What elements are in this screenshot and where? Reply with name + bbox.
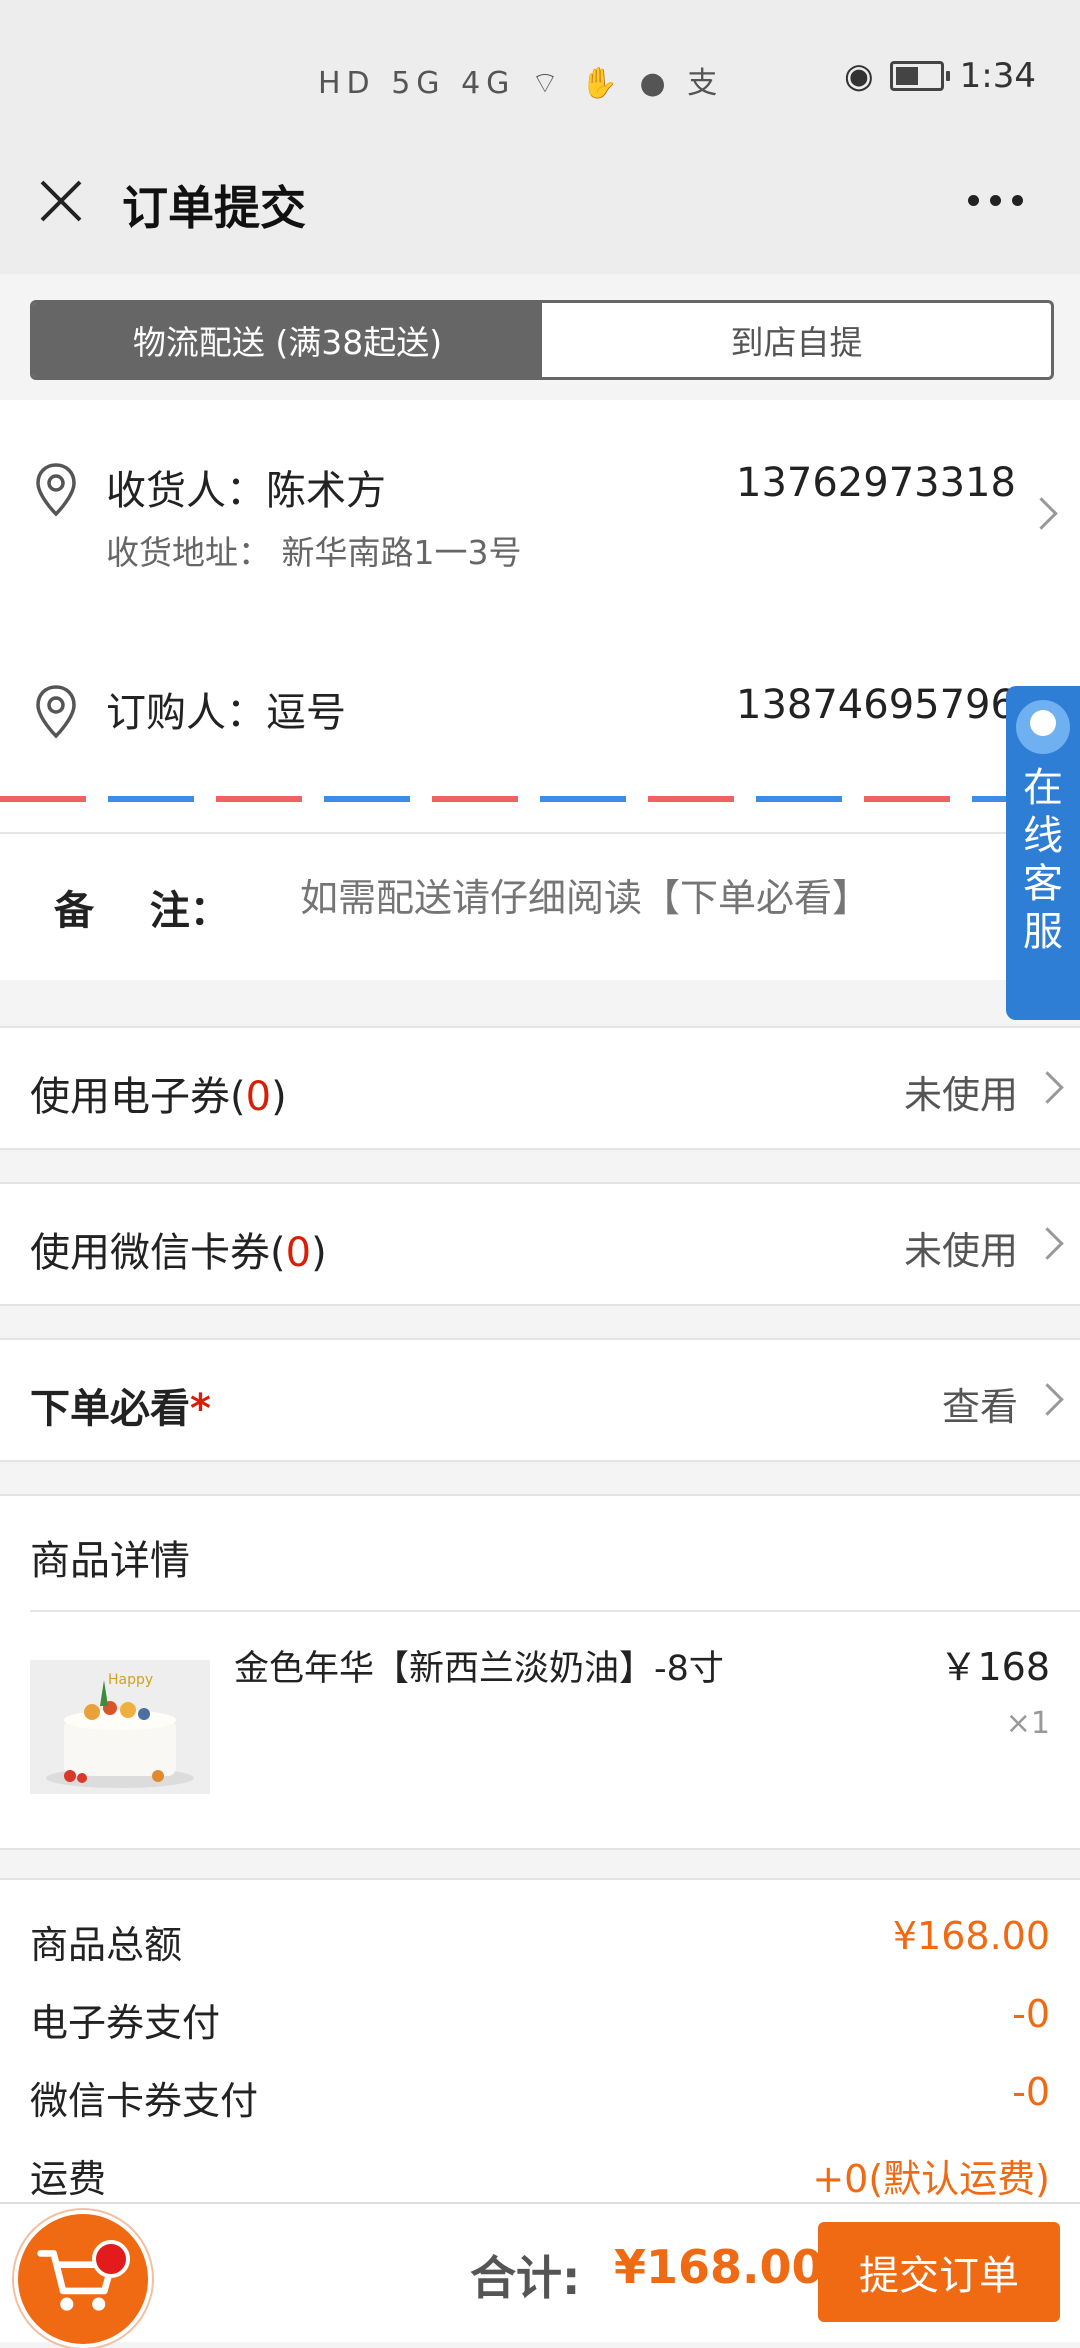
- summary-value: -0: [1012, 2070, 1050, 2114]
- summary-value: +0(默认运费): [812, 2157, 1050, 2201]
- close-icon[interactable]: [38, 178, 84, 224]
- must-read-view: 查看: [941, 1385, 1018, 1429]
- status-time: 1:34: [959, 56, 1036, 96]
- summary-label: 电子券支付: [30, 2001, 221, 2045]
- product-name: 金色年华【新西兰淡奶油】-8寸: [234, 1649, 724, 1689]
- service-label: 在线客服: [1023, 765, 1063, 955]
- location-icon: [36, 463, 76, 517]
- service-avatar-icon: [1016, 700, 1070, 754]
- page-title: 订单提交: [122, 181, 306, 235]
- e-coupon-label: 使用电子券(0): [30, 1074, 287, 1120]
- tab-logistics[interactable]: 物流配送 (满38起送): [33, 303, 542, 377]
- wechat-coupon-label: 使用微信卡券(0): [30, 1230, 327, 1276]
- divider: [0, 832, 1080, 834]
- svg-text:Happy: Happy: [108, 1672, 153, 1688]
- product-image[interactable]: Happy: [30, 1660, 210, 1794]
- e-coupon-status: 未使用: [903, 1073, 1018, 1117]
- cart-icon: [37, 2250, 116, 2311]
- summary-label: 微信卡券支付: [30, 2079, 259, 2123]
- summary-value: ¥168.00: [892, 1914, 1050, 1958]
- product-section-title: 商品详情: [30, 1538, 190, 1584]
- buyer-phone: 13874695796: [736, 682, 1016, 728]
- eye-icon: ◉: [843, 56, 874, 96]
- summary-label: 运费: [30, 2157, 107, 2201]
- tab-pickup[interactable]: 到店自提: [542, 303, 1051, 377]
- cart-button[interactable]: [14, 2210, 152, 2348]
- delivery-tabs: 物流配送 (满38起送) 到店自提: [30, 300, 1054, 380]
- online-service-button[interactable]: 在线客服: [1006, 686, 1080, 1020]
- recipient-name: 收货人：陈术方: [106, 468, 386, 514]
- summary-value: -0: [1012, 1992, 1050, 2036]
- product-price: ￥168: [939, 1645, 1050, 1689]
- total-amount: ¥168.00: [614, 2240, 824, 2294]
- remark-label: 备 注：: [54, 888, 230, 934]
- battery-icon: [889, 61, 950, 91]
- status-right: ◉ 1:34: [844, 56, 1036, 96]
- must-read-label: 下单必看*: [30, 1386, 211, 1432]
- submit-order-button[interactable]: 提交订单: [818, 2222, 1060, 2322]
- total-label: 合计:: [470, 2251, 581, 2305]
- remark-input[interactable]: [300, 878, 1000, 921]
- buyer-name: 订购人：逗号: [106, 690, 346, 736]
- more-icon[interactable]: [968, 195, 1024, 207]
- airmail-divider: [0, 796, 1080, 802]
- summary-label: 商品总额: [30, 1923, 183, 1967]
- divider: [30, 1610, 1080, 1612]
- recipient-phone: 13762973318: [736, 460, 1016, 506]
- recipient-address: 收货地址： 新华南路1一3号: [106, 533, 522, 572]
- product-quantity: ×1: [1005, 1706, 1050, 1741]
- status-icons: HD 5G 4G ⌔ ✋ ● 支: [318, 66, 724, 101]
- cart-badge: [92, 2240, 130, 2278]
- wechat-coupon-status: 未使用: [903, 1229, 1018, 1273]
- location-icon: [36, 685, 76, 739]
